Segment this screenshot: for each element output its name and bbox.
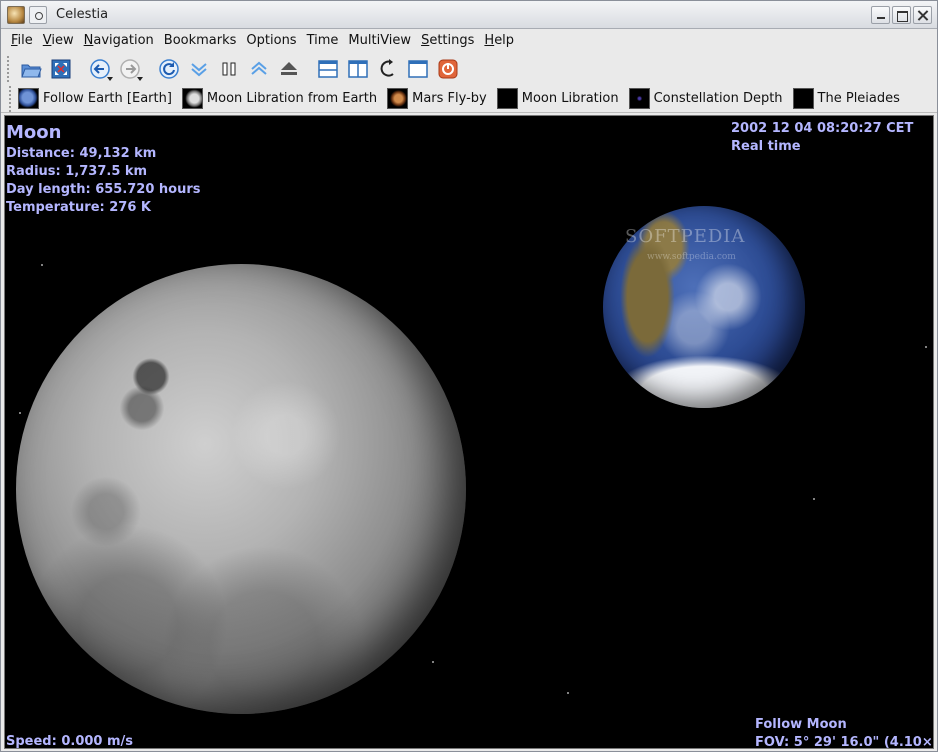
bookmark-constellation-depth[interactable]: Constellation Depth [627, 87, 787, 111]
menu-help[interactable]: Help [479, 30, 519, 52]
forward-icon[interactable] [116, 56, 143, 83]
star [567, 692, 569, 694]
watermark-url: www.softpedia.com [647, 252, 736, 262]
menu-time[interactable]: Time [302, 30, 344, 52]
mars-thumbnail-icon [387, 88, 409, 109]
dark-thumbnail-icon [792, 88, 814, 109]
maximize-button[interactable] [892, 6, 911, 24]
speed-readout: Speed: 0.000 m/s [6, 734, 134, 749]
power-icon[interactable] [434, 56, 461, 83]
split-horizontal-icon[interactable] [314, 56, 341, 83]
fov-readout: FOV: 5° 29' 16.0" (4.10×) [755, 735, 934, 749]
distance-readout: Distance: 49,132 km [6, 146, 157, 161]
time-mode-readout: Real time [731, 139, 801, 154]
title-bar[interactable]: Celestia [1, 1, 937, 29]
dark-thumbnail-icon [496, 88, 518, 109]
star [813, 498, 815, 500]
bookmark-moon-libration[interactable]: Moon Libration [495, 87, 623, 111]
star [925, 346, 927, 348]
toolbar-grip[interactable] [7, 56, 11, 82]
cycle-view-icon[interactable] [374, 56, 401, 83]
temperature-readout: Temperature: 276 K [6, 200, 151, 215]
watermark: SOFTPEDIA [625, 226, 746, 247]
fullscreen-icon[interactable] [47, 56, 74, 83]
reload-icon[interactable] [155, 56, 182, 83]
follow-mode-readout: Follow Moon [755, 717, 847, 732]
menu-file[interactable]: File [6, 30, 38, 52]
celestia-app-icon[interactable] [7, 6, 25, 24]
menu-options[interactable]: Options [241, 30, 301, 52]
stars-thumbnail-icon [628, 88, 650, 109]
earth-thumbnail-icon [18, 88, 39, 109]
pause-icon[interactable] [215, 56, 242, 83]
star [432, 661, 434, 663]
space-viewport[interactable]: SOFTPEDIA www.softpedia.com Moon Distanc… [4, 115, 934, 749]
bookmark-moon-libration-from-earth[interactable]: Moon Libration from Earth [180, 87, 381, 111]
window-title: Celestia [56, 7, 109, 22]
celestia-window: Celestia File View Navigation Bookmarks … [0, 0, 938, 752]
moon-planet[interactable] [16, 264, 466, 714]
bookmarks-grip[interactable] [9, 85, 13, 112]
bookmark-mars-fly-by[interactable]: Mars Fly-by [385, 87, 491, 111]
toolbar [1, 53, 937, 85]
star [19, 412, 21, 414]
day-length-readout: Day length: 655.720 hours [6, 182, 201, 197]
menu-navigation[interactable]: Navigation [79, 30, 159, 52]
bookmarks-bar: Follow Earth [Earth] Moon Libration from… [1, 85, 937, 113]
eject-icon[interactable] [275, 56, 302, 83]
sticky-icon[interactable] [29, 6, 47, 24]
selected-object-name: Moon [6, 122, 62, 143]
datetime-readout: 2002 12 04 08:20:27 CET [731, 121, 914, 136]
menu-settings[interactable]: Settings [416, 30, 479, 52]
open-folder-icon[interactable] [17, 56, 44, 83]
close-button[interactable] [913, 6, 932, 24]
single-view-icon[interactable] [404, 56, 431, 83]
back-icon[interactable] [86, 56, 113, 83]
bookmark-the-pleiades[interactable]: The Pleiades [791, 87, 904, 111]
radius-readout: Radius: 1,737.5 km [6, 164, 148, 179]
menu-multiview[interactable]: MultiView [343, 30, 416, 52]
star [41, 264, 43, 266]
menu-view[interactable]: View [38, 30, 79, 52]
minimize-button[interactable] [871, 6, 890, 24]
chevron-up-icon[interactable] [245, 56, 272, 83]
chevron-down-icon[interactable] [185, 56, 212, 83]
menu-bookmarks[interactable]: Bookmarks [159, 30, 242, 52]
menu-bar: File View Navigation Bookmarks Options T… [1, 29, 937, 53]
bookmark-follow-earth[interactable]: Follow Earth [Earth] [16, 87, 176, 111]
split-vertical-icon[interactable] [344, 56, 371, 83]
moon-thumbnail-icon [181, 88, 203, 109]
